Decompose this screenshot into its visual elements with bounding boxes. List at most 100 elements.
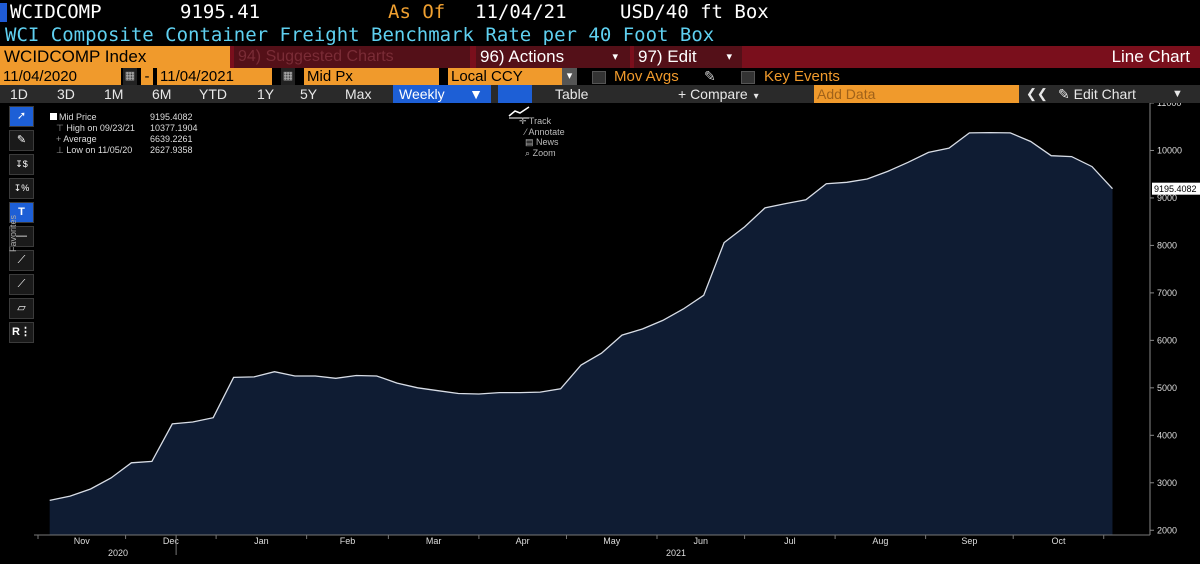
chart-type-label: Line Chart — [1111, 47, 1190, 66]
period-toolbar — [0, 85, 1200, 103]
x-tick-label: Nov — [74, 536, 91, 546]
legend-row: ⊤ High on 09/23/21 — [56, 123, 135, 134]
security-description: WCI Composite Container Freight Benchmar… — [5, 24, 715, 46]
add-data-input[interactable]: Add Data — [814, 85, 1019, 103]
price-line-tool-icon[interactable]: ↧$ — [9, 154, 34, 175]
calendar-icon[interactable]: ▦ — [281, 68, 295, 85]
period-button-3d[interactable]: 3D — [57, 85, 75, 103]
period-button-5y[interactable]: 5Y — [300, 85, 317, 103]
x-tick-label: Oct — [1051, 536, 1066, 546]
legend-marker: + — [56, 134, 62, 144]
mov-avgs-checkbox[interactable] — [592, 71, 606, 84]
legend-label: High on 09/23/21 — [66, 123, 135, 133]
period-button-6m[interactable]: 6M — [152, 85, 171, 103]
trendline-tool-icon[interactable]: ⟋ — [9, 250, 34, 271]
x-tick-label: Jun — [694, 536, 709, 546]
year-label: 2021 — [666, 548, 686, 558]
legend-value: 9195.4082 — [150, 112, 193, 122]
suggested-charts-tab[interactable]: 94) Suggested Charts — [234, 46, 470, 68]
legend-value: 2627.9358 — [150, 145, 193, 155]
x-tick-label: Apr — [516, 536, 530, 546]
units: USD/40 ft Box — [620, 1, 769, 23]
legend-label: Low on 11/05/20 — [66, 145, 133, 155]
chevron-down-icon[interactable]: ▾ — [562, 68, 577, 85]
price-chart[interactable]: 2000300040005000600070008000900010000110… — [0, 103, 1200, 564]
actions-label: 96) Actions — [480, 47, 565, 66]
period-button-1d[interactable]: 1D — [10, 85, 28, 103]
compare-button[interactable]: + Compare ▾ — [678, 85, 800, 103]
y-tick-label: 7000 — [1157, 288, 1177, 298]
compare-label: + Compare — [678, 86, 748, 102]
chevron-down-icon: ▾ — [726, 51, 732, 63]
line-chart-icon[interactable] — [498, 85, 532, 119]
last-value-label: 9195.4082 — [1154, 184, 1197, 194]
x-tick-label: May — [603, 536, 621, 546]
ruler-tool-icon[interactable]: R⋮ — [9, 322, 34, 343]
ray-tool-icon[interactable]: ⟋ — [9, 274, 34, 295]
legend-value: 10377.1904 — [150, 123, 198, 133]
chevron-down-icon: ▾ — [612, 51, 618, 63]
y-tick-label: 6000 — [1157, 335, 1177, 345]
chevron-down-icon[interactable]: ▼ — [1172, 85, 1183, 103]
period-button-max[interactable]: Max — [345, 85, 371, 103]
period-button-1m[interactable]: 1M — [104, 85, 123, 103]
y-tick-label: 10000 — [1157, 145, 1182, 155]
end-date-field[interactable]: 11/04/2021 — [157, 68, 272, 85]
security-tab[interactable]: WCIDCOMP Index — [0, 46, 230, 68]
actions-menu[interactable]: 96) Actions ▾ — [476, 46, 630, 68]
edit-chart-label: Edit Chart — [1073, 86, 1136, 102]
y-tick-label: 8000 — [1157, 240, 1177, 250]
ticker: WCIDCOMP — [10, 1, 102, 23]
year-label: 2020 — [108, 548, 128, 558]
legend-row: ⊥ Low on 11/05/20 — [56, 145, 132, 156]
as-of-label: As Of — [388, 1, 446, 23]
field-selector[interactable]: Mid Px — [304, 68, 439, 85]
x-tick-label: Feb — [340, 536, 356, 546]
x-tick-label: Sep — [961, 536, 977, 546]
edit-menu[interactable]: 97) Edit ▾ — [634, 46, 742, 68]
as-of-date: 11/04/21 — [475, 1, 567, 23]
last-price: 9195.41 — [180, 1, 261, 23]
header-marker — [0, 3, 7, 22]
legend-label: Mid Price — [59, 112, 97, 122]
legend-row: + Average — [56, 134, 97, 144]
calendar-icon[interactable]: ▦ — [123, 68, 137, 85]
x-tick-label: Mar — [426, 536, 442, 546]
area-fill — [49, 132, 1113, 535]
key-events-label: Key Events — [764, 68, 840, 85]
pencil-icon[interactable]: ✎ — [704, 68, 716, 85]
edit-label: 97) Edit — [638, 47, 697, 66]
pen-tool-icon[interactable]: ✎ — [9, 130, 34, 151]
y-tick-label: 11000 — [1157, 103, 1181, 108]
y-tick-label: 3000 — [1157, 478, 1177, 488]
collapse-icon[interactable]: ❮❮ — [1026, 85, 1048, 103]
table-button[interactable]: Table — [555, 85, 588, 103]
frequency-selector[interactable]: Weekly ▼ — [393, 85, 491, 103]
x-tick-label: Dec — [163, 536, 180, 546]
legend-label: Average — [63, 134, 97, 144]
edit-chart-button[interactable]: ✎ Edit Chart — [1058, 85, 1136, 103]
favorites-label: Favorites — [8, 214, 18, 252]
chevron-down-icon: ▼ — [469, 86, 483, 102]
start-date-field[interactable]: 11/04/2020 — [0, 68, 121, 85]
x-tick-label: Aug — [872, 536, 888, 546]
date-separator: - — [141, 68, 153, 85]
channel-tool-icon[interactable]: ▱ — [9, 298, 34, 319]
legend-value: 6639.2261 — [150, 134, 193, 144]
mov-avgs-label: Mov Avgs — [614, 68, 679, 85]
period-button-ytd[interactable]: YTD — [199, 85, 227, 103]
pencil-icon: ✎ — [1058, 86, 1070, 102]
currency-selector[interactable]: Local CCY — [448, 68, 563, 85]
percent-line-tool-icon[interactable]: ↧% — [9, 178, 34, 199]
y-tick-label: 2000 — [1157, 525, 1177, 535]
legend-marker: ⊤ — [56, 123, 64, 133]
legend-row: Mid Price — [50, 112, 97, 122]
legend-marker: ⊥ — [56, 145, 64, 155]
chevron-down-icon: ▾ — [753, 91, 759, 102]
y-tick-label: 5000 — [1157, 383, 1177, 393]
pointer-tool-icon[interactable]: ➚ — [9, 106, 34, 127]
frequency-label: Weekly — [399, 86, 445, 102]
y-tick-label: 4000 — [1157, 430, 1177, 440]
key-events-checkbox[interactable] — [741, 71, 755, 84]
period-button-1y[interactable]: 1Y — [257, 85, 274, 103]
